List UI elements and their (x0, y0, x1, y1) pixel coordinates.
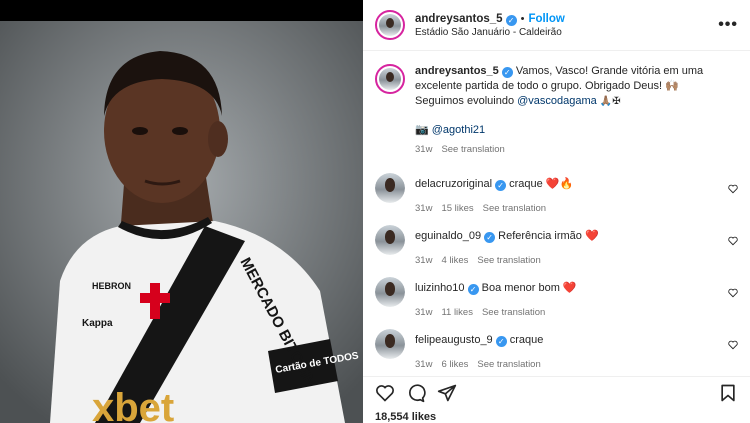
commenter-avatar[interactable] (375, 277, 405, 307)
post-time[interactable]: 31w (415, 144, 432, 155)
see-translation-link[interactable]: See translation (441, 144, 504, 155)
commenter-avatar[interactable] (375, 173, 405, 203)
comment-likes[interactable]: 4 likes (441, 255, 468, 266)
verified-icon: ✓ (501, 67, 513, 78)
commenter-username[interactable]: eguinaldo_09 (415, 230, 481, 242)
author-avatar[interactable] (375, 10, 405, 40)
caption-emoji: 🙏🏽✠ (599, 96, 621, 107)
comment-item: delacruzoriginal ✓ craque ❤️🔥 31w 15 likes… (363, 173, 750, 225)
commenter-username[interactable]: delacruzoriginal (415, 178, 492, 190)
comment-time[interactable]: 31w (415, 255, 432, 266)
post-details-panel: andreysantos_5 ✓ • Follow Estádio São Januá… (363, 0, 750, 423)
like-comment-heart-icon[interactable] (728, 184, 738, 194)
comment-text: Referência irmão ❤️ (498, 230, 599, 242)
save-bookmark-icon[interactable] (718, 383, 738, 403)
like-comment-heart-icon[interactable] (728, 236, 738, 246)
commenter-username[interactable]: luizinho10 (415, 282, 465, 294)
caption-mention[interactable]: @vascodagama (517, 95, 597, 107)
caption: andreysantos_5 ✓ Vamos, Vasco! Grande vit… (363, 52, 750, 157)
likes-count[interactable]: 18,554 likes (375, 411, 436, 423)
author-avatar-small[interactable] (375, 64, 405, 94)
comment-likes[interactable]: 6 likes (441, 359, 468, 370)
player-photo: MERCADO BITCOIN HEBRON Kappa Cartão de T… (0, 21, 363, 423)
post-photo[interactable]: MERCADO BITCOIN HEBRON Kappa Cartão de T… (0, 21, 363, 423)
verified-icon: ✓ (467, 284, 479, 295)
share-paper-plane-icon[interactable] (437, 383, 457, 403)
comment-text: craque (509, 334, 544, 346)
like-comment-heart-icon[interactable] (728, 288, 738, 298)
brand-text: Kappa (82, 318, 113, 329)
post-actions-bar (363, 376, 750, 408)
commenter-avatar[interactable] (375, 329, 405, 359)
commenter-avatar[interactable] (375, 225, 405, 255)
see-translation-link[interactable]: See translation (483, 203, 546, 214)
camera-icon: 📷 (415, 124, 429, 136)
post-location[interactable]: Estádio São Januário - Caldeirão (415, 26, 718, 40)
comment-bubble-icon[interactable] (406, 383, 426, 403)
comment-item: felipeaugusto_9 ✓ craque 31w 6 likes See tr… (363, 329, 750, 381)
verified-icon: ✓ (505, 14, 517, 26)
follow-button[interactable]: Follow (528, 13, 564, 25)
verified-icon: ✓ (495, 336, 507, 347)
like-comment-heart-icon[interactable] (728, 340, 738, 350)
instagram-post-modal: MERCADO BITCOIN HEBRON Kappa Cartão de T… (0, 0, 750, 423)
see-translation-link[interactable]: See translation (477, 359, 540, 370)
comments-area[interactable]: andreysantos_5 ✓ Vamos, Vasco! Grande vit… (363, 52, 750, 423)
see-translation-link[interactable]: See translation (477, 255, 540, 266)
comment-likes[interactable]: 15 likes (441, 203, 473, 214)
comment-item: luizinho10 ✓ Boa menor bom ❤️ 31w 11 likes… (363, 277, 750, 329)
post-header: andreysantos_5 ✓ • Follow Estádio São Januá… (363, 0, 750, 51)
like-heart-icon[interactable] (375, 383, 395, 403)
photo-credit-mention[interactable]: @agothi21 (432, 124, 485, 136)
comment-item: eguinaldo_09 ✓ Referência irmão ❤️ 31w 4 l… (363, 225, 750, 277)
caption-username[interactable]: andreysantos_5 (415, 65, 499, 77)
commenter-username[interactable]: felipeaugusto_9 (415, 334, 493, 346)
more-options-icon[interactable]: ••• (718, 16, 738, 34)
comment-text: craque ❤️🔥 (509, 178, 574, 190)
comment-likes[interactable]: 11 likes (441, 307, 473, 318)
comment-text: Boa menor bom ❤️ (481, 282, 577, 294)
comment-time[interactable]: 31w (415, 203, 432, 214)
comment-time[interactable]: 31w (415, 359, 432, 370)
see-translation-link[interactable]: See translation (482, 307, 545, 318)
shirt-logo-text: xbet (92, 386, 174, 423)
verified-icon: ✓ (484, 232, 496, 243)
comment-time[interactable]: 31w (415, 307, 432, 318)
verified-icon: ✓ (495, 180, 507, 191)
author-username[interactable]: andreysantos_5 (415, 13, 503, 25)
kit-sponsor-text: HEBRON (92, 281, 131, 291)
